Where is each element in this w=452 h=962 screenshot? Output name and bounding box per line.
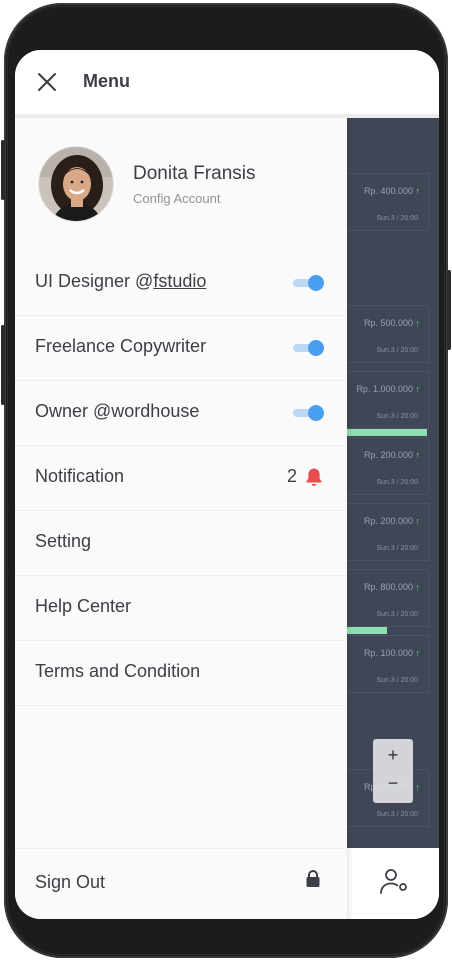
transaction-row[interactable]: Rp. 100.000 ↑ Sun.3 / 20:00 [347, 635, 429, 693]
menu-item-setting[interactable]: Setting [15, 511, 347, 576]
transaction-time: Sun.3 / 20:00 [376, 215, 418, 222]
zoom-control: + − [373, 739, 413, 803]
transaction-row[interactable]: Rp. 200.000 ↑ Sun.3 / 20:00 [347, 503, 429, 561]
sign-out-label: Sign Out [35, 872, 106, 892]
phone-volume-button [1, 140, 5, 200]
menu-item-label: UI Designer @fstudio [35, 271, 207, 291]
transaction-time: Sun.3 / 20:00 [376, 811, 418, 818]
menu-item-label: Help Center [35, 596, 132, 616]
transaction-time: Sun.3 / 20:00 [376, 545, 418, 552]
bell-icon [305, 467, 323, 487]
progress-bar [347, 627, 387, 634]
notification-count: 2 [287, 466, 298, 486]
page-title: Menu [83, 71, 130, 91]
navigation-drawer: Donita Fransis Config Account UI Designe… [15, 118, 347, 919]
menu-item-ui-designer[interactable]: UI Designer @fstudio [15, 251, 347, 316]
account-toggle[interactable] [293, 275, 324, 291]
transaction-amount: Rp. 200.000 ↑ [363, 450, 420, 460]
transaction-amount: Rp. 800.000 ↑ [363, 582, 420, 592]
account-toggle[interactable] [293, 405, 324, 421]
transaction-row[interactable]: Rp. 800.000 ↑ Sun.3 / 20:00 [347, 569, 429, 627]
screen: Rp. 400.000 ↑ Sun.3 / 20:00 Rp. 500.000 … [15, 50, 439, 919]
transaction-amount: Rp. 400.000 ↑ [363, 186, 420, 196]
menu-item-label: Freelance Copywriter [35, 336, 207, 356]
account-handle[interactable]: fstudio [153, 271, 206, 291]
transaction-time: Sun.3 / 20:00 [376, 611, 418, 618]
user-settings-icon[interactable] [379, 866, 409, 901]
transaction-time: Sun.3 / 20:00 [376, 347, 418, 354]
menu-header: Menu [15, 50, 439, 118]
lock-icon [304, 869, 322, 889]
transaction-time: Sun.3 / 20:00 [376, 413, 418, 420]
menu-item-owner-wordhouse[interactable]: Owner @wordhouse [15, 381, 347, 446]
menu-item-label: Owner @wordhouse [35, 401, 200, 421]
menu-item-label: Terms and Condition [35, 661, 201, 681]
phone-power-button [447, 270, 451, 350]
close-icon[interactable] [37, 72, 57, 92]
zoom-in-button[interactable]: + [373, 745, 413, 766]
progress-bar [347, 429, 427, 436]
bottom-navigation [347, 848, 439, 919]
menu-item-terms[interactable]: Terms and Condition [15, 641, 347, 706]
sign-out-button[interactable]: Sign Out [15, 848, 347, 919]
avatar[interactable] [39, 147, 113, 221]
phone-side-button [1, 325, 5, 405]
transaction-amount: Rp. 1.000.000 ↑ [356, 384, 420, 394]
menu-item-notification[interactable]: Notification 2 [15, 446, 347, 511]
menu-item-label: Setting [35, 531, 92, 551]
drawer-shadow [347, 118, 353, 919]
transaction-row[interactable]: Rp. 1.000.000 ↑ Sun.3 / 20:00 [347, 371, 429, 429]
transaction-time: Sun.3 / 20:00 [376, 677, 418, 684]
transaction-row[interactable]: Rp. 400.000 ↑ Sun.3 / 20:00 [347, 173, 429, 231]
menu-item-freelance-copywriter[interactable]: Freelance Copywriter [15, 316, 347, 381]
config-account-link[interactable]: Config Account [133, 191, 220, 206]
transaction-row[interactable]: Rp. 200.000 ↑ Sun.3 / 20:00 [347, 437, 429, 495]
zoom-out-button[interactable]: − [373, 773, 413, 794]
transaction-amount: Rp. 100.000 ↑ [363, 648, 420, 658]
user-name: Donita Fransis [133, 163, 256, 184]
account-toggle[interactable] [293, 340, 324, 356]
transaction-time: Sun.3 / 20:00 [376, 479, 418, 486]
transaction-amount: Rp. 500.000 ↑ [363, 318, 420, 328]
transaction-amount: Rp. 200.000 ↑ [363, 516, 420, 526]
transaction-row[interactable]: Rp. 500.000 ↑ Sun.3 / 20:00 [347, 305, 429, 363]
menu-item-label: Notification [35, 466, 125, 486]
menu-item-help-center[interactable]: Help Center [15, 576, 347, 641]
